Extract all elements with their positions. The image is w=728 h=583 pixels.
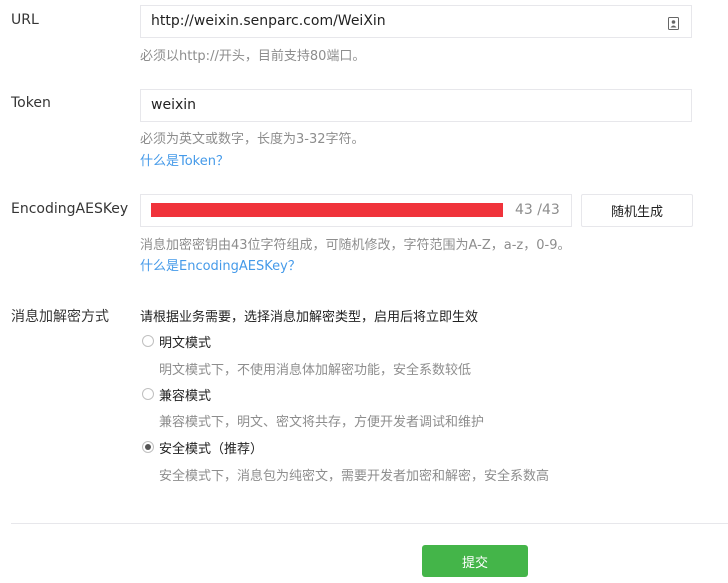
token-label: Token (11, 95, 51, 111)
submit-button[interactable]: 提交 (422, 545, 528, 577)
secure-mode-radio[interactable] (142, 441, 154, 453)
aes-tip: 消息加密密钥由43位字符组成，可随机修改，字符范围为A-Z，a-z，0-9。 (140, 238, 571, 253)
token-input-value: weixin (151, 97, 197, 113)
aes-char-counter: 43 /43 (515, 202, 560, 218)
plaintext-mode-radio[interactable] (142, 335, 154, 347)
aes-label: EncodingAESKey (11, 201, 129, 217)
aes-help-link[interactable]: 什么是EncodingAESKey？ (140, 255, 301, 274)
plaintext-mode-desc: 明文模式下，不使用消息体加解密功能，安全系数较低 (159, 363, 472, 378)
compatible-mode-label[interactable]: 兼容模式 (159, 385, 211, 404)
token-help-link[interactable]: 什么是Token？ (140, 150, 229, 169)
url-tip: 必须以http://开头，目前支持80端口。 (140, 49, 366, 64)
compatible-mode-desc: 兼容模式下，明文、密文将共存，方便开发者调试和维护 (159, 415, 485, 430)
compatible-mode-radio[interactable] (142, 388, 154, 400)
redaction-bar (151, 203, 503, 217)
secure-mode-label[interactable]: 安全模式（推荐） (159, 438, 263, 457)
url-input[interactable]: http://weixin.senparc.com/WeiXin (140, 5, 692, 38)
token-input[interactable]: weixin (140, 89, 692, 122)
token-tip: 必须为英文或数字，长度为3-32字符。 (140, 132, 365, 147)
contact-card-icon[interactable] (668, 15, 679, 30)
aes-input[interactable]: 43 /43 (140, 194, 572, 227)
url-input-value: http://weixin.senparc.com/WeiXin (151, 13, 386, 29)
url-label: URL (11, 12, 39, 28)
divider (11, 523, 728, 524)
encryption-intro: 请根据业务需要，选择消息加解密类型，启用后将立即生效 (140, 310, 479, 325)
secure-mode-desc: 安全模式下，消息包为纯密文，需要开发者加密和解密，安全系数高 (159, 469, 550, 484)
plaintext-mode-label[interactable]: 明文模式 (159, 332, 211, 351)
random-generate-button[interactable]: 随机生成 (581, 194, 693, 227)
encryption-label: 消息加解密方式 (11, 309, 109, 325)
